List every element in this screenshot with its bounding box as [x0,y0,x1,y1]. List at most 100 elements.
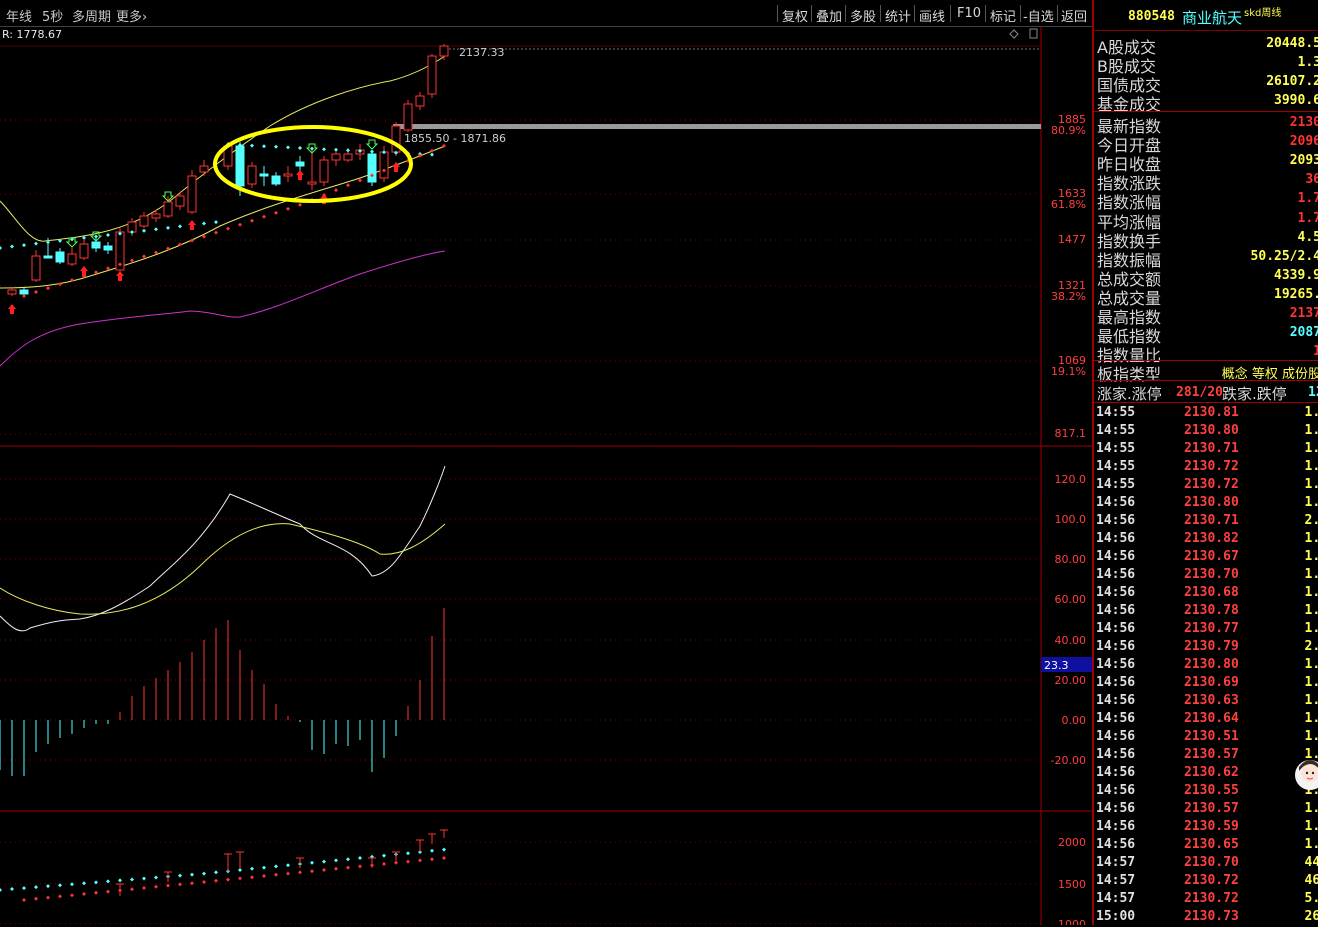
tick-time: 14:56 [1096,675,1136,690]
statistics-button[interactable]: 统计 [885,6,911,25]
bottom-upper-dot [178,873,182,878]
bottom-upper-dot [82,881,86,886]
fuquan-button[interactable]: 复权 [782,6,808,25]
nav-yearly[interactable]: 年线 [6,6,32,25]
tick-row: 14:56 2130.80 1.7 [1096,657,1318,675]
bottom-upper-dot [46,884,50,889]
osc-tick-label: 40.00 [1055,634,1087,647]
bottom-lower-dot [334,866,338,871]
candle-body [379,151,389,179]
tick-row: 14:57 2130.72 469 [1096,873,1318,891]
tick-price: 2130.55 [1184,783,1239,798]
candle-body [163,201,173,217]
bottom-upper-dot [334,858,338,863]
bottom-upper-dot [346,857,350,862]
assistant-avatar-icon[interactable] [1290,755,1318,797]
osc-tick-label: -20.00 [1051,754,1086,767]
remove-watchlist-button[interactable]: -自选 [1023,6,1054,25]
overlay-button[interactable]: 叠加 [816,6,842,25]
back-button[interactable]: 返回 [1061,6,1087,25]
chart-toolbar: 年线 5秒 多周期 更多› 复权 叠加 多股 统计 画线 F10 标记 -自选 … [0,0,1092,27]
tick-time: 14:56 [1096,639,1136,654]
multi-stock-button[interactable]: 多股 [850,6,876,25]
tick-row: 14:562130.571.9 [1096,747,1318,765]
candle-body [31,255,41,281]
bottom-lower-dot [346,865,350,870]
bottom-lower-dot [106,889,110,894]
ma-long-line [0,250,446,367]
rise-label: 涨家.涨停 [1097,385,1162,403]
period-superscript: skd周线 [1244,8,1282,19]
rise-value: 281/20 [1176,385,1223,400]
buy-arrow-icon [116,271,124,281]
support-dot [34,290,38,295]
bottom-lower-dot [274,872,278,877]
nav-multi-period[interactable]: 多周期 [72,6,111,25]
bottom-upper-dot [406,851,410,856]
tick-volume: 1.8 [1304,585,1318,600]
draw-line-button[interactable]: 画线 [919,6,945,25]
index-stat-row: 指数换手 4.5 [1096,228,1318,251]
bottom-upper-dot [382,853,386,858]
stop-dot [310,146,314,151]
tick-price: 2130.80 [1184,657,1239,672]
tick-volume: 1.7 [1304,693,1318,708]
candle-body [199,165,209,173]
bottom-lower-dot [430,857,434,862]
tick-volume: 1.7 [1304,657,1318,672]
index-stat-row: 昨日收盘 2093 [1096,151,1318,174]
divider [845,5,846,22]
tick-price: 2130.82 [1184,531,1239,546]
tick-row: 14:56 2130.64 1.5 [1096,711,1318,729]
tick-time: 14:56 [1096,621,1136,636]
support-dot [226,226,230,231]
index-stat-value: 1.7 [1297,210,1318,226]
sell-arrow-icon [365,139,379,150]
fib-pct-label: 80.9% [1051,124,1086,137]
tick-price: 2130.63 [1184,693,1239,708]
price-tick-label: 1477 [1058,233,1086,246]
buy-arrow-icon [296,170,304,180]
price-range-band [393,124,1041,129]
candle-body [415,95,425,107]
support-dot [274,210,278,215]
mark-button[interactable]: 标记 [990,6,1016,25]
index-stat-row: 今日开盘 2096 [1096,132,1318,155]
tick-row: 14:55 2130.81 1.3 [1096,405,1318,423]
tick-time: 14:56 [1096,513,1136,528]
nav-5sec[interactable]: 5秒 [42,6,63,25]
candle-body [403,103,413,131]
tick-volume: 1.6 [1304,495,1318,510]
f10-button[interactable]: F10 [957,6,981,21]
index-stat-value: 2096 [1289,134,1318,150]
bottom-lower-dot [34,896,38,901]
candle-body [331,153,341,161]
divider [985,5,986,22]
tick-time: 14:56 [1096,549,1136,564]
tick-row: 15:00 2130.73 26. [1096,909,1318,927]
bottom-lower-dot [442,856,446,860]
bottom-lower-dot [46,895,50,900]
divider [1094,402,1318,403]
window-icon[interactable] [1029,28,1038,39]
tick-row: 14:56 2130.80 1.6 [1096,495,1318,513]
tick-row: 14:56 2130.59 1.2 [1096,819,1318,837]
diamond-icon[interactable] [1009,29,1019,39]
tick-row: 14:56 2130.65 1.3 [1096,837,1318,855]
tick-price: 2130.73 [1184,909,1239,924]
bottom-upper-dot [142,876,146,881]
bottom-upper-dot [202,871,206,876]
bottom-lower-dot [250,875,254,880]
nav-more[interactable]: 更多› [116,6,147,25]
candle-body [91,241,101,249]
tick-volume: 2.1 [1304,513,1318,528]
tick-price: 2130.79 [1184,639,1239,654]
bottom-lower-dot [82,892,86,896]
stop-dot [82,235,86,240]
fib-pct-label: 19.1% [1051,365,1086,378]
tick-volume: 1.2 [1304,477,1318,492]
tick-price: 2130.71 [1184,513,1239,528]
tick-price: 2130.70 [1184,567,1239,582]
tick-time: 14:56 [1096,711,1136,726]
kline-chart[interactable]: R: 1778.67 1855.50 - 1871.862137.33 1885… [0,26,1092,925]
